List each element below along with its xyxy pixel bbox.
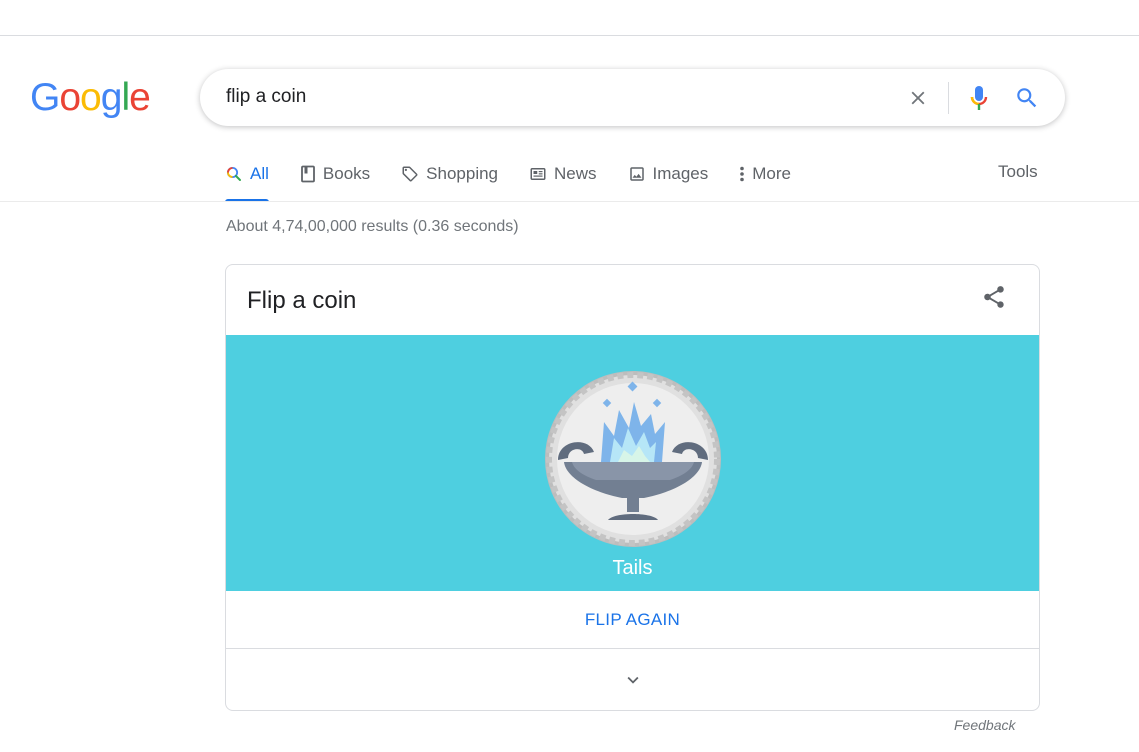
book-icon bbox=[300, 165, 316, 183]
coin-result: Tails bbox=[612, 557, 653, 579]
google-logo[interactable]: Google bbox=[30, 76, 151, 120]
search-icon bbox=[1017, 88, 1037, 108]
coin-tails-image[interactable] bbox=[544, 370, 722, 548]
tab-label: More bbox=[752, 164, 791, 183]
logo-letter: l bbox=[121, 76, 130, 119]
logo-letter: G bbox=[30, 76, 60, 119]
logo-letter: o bbox=[59, 76, 81, 119]
search-divider bbox=[948, 82, 949, 114]
tab-more[interactable]: More bbox=[739, 156, 791, 192]
feedback-link[interactable]: Feedback bbox=[954, 717, 1015, 733]
logo-letter: g bbox=[100, 76, 123, 119]
more-vertical-icon bbox=[739, 165, 745, 183]
tab-label: Shopping bbox=[426, 164, 498, 183]
search-tabs: All Books Shopping News Images More bbox=[225, 156, 822, 202]
flip-again-button[interactable]: FLIP AGAIN bbox=[226, 591, 1039, 649]
close-icon bbox=[911, 91, 925, 105]
tab-label: All bbox=[250, 164, 269, 183]
top-bar bbox=[0, 0, 1139, 36]
coin-flip-card: Flip a coin Tails FLIP AGAIN bbox=[225, 264, 1040, 711]
search-box bbox=[200, 69, 1065, 126]
share-icon bbox=[984, 286, 1004, 308]
tab-label: News bbox=[554, 164, 597, 183]
tabs-divider bbox=[0, 201, 1139, 202]
tab-label: Images bbox=[652, 164, 709, 183]
tools-button[interactable]: Tools bbox=[998, 162, 1038, 182]
card-title: Flip a coin bbox=[247, 287, 357, 314]
search-icon bbox=[225, 165, 243, 183]
tab-books[interactable]: Books bbox=[300, 156, 370, 192]
chevron-down-icon bbox=[627, 676, 638, 684]
logo-letters: Google bbox=[30, 76, 151, 120]
search-submit-button[interactable] bbox=[1010, 82, 1044, 114]
tag-icon bbox=[401, 165, 419, 183]
tab-news[interactable]: News bbox=[529, 156, 597, 192]
coin-display: Tails bbox=[226, 335, 1039, 591]
tab-images[interactable]: Images bbox=[628, 156, 709, 192]
clear-button[interactable] bbox=[900, 83, 936, 113]
logo-letter: e bbox=[129, 76, 151, 119]
voice-search-button[interactable] bbox=[962, 82, 996, 114]
tab-shopping[interactable]: Shopping bbox=[401, 156, 498, 192]
newspaper-icon bbox=[529, 165, 547, 183]
tab-label: Books bbox=[322, 164, 371, 183]
tab-all[interactable]: All bbox=[225, 156, 269, 202]
share-button[interactable] bbox=[978, 281, 1010, 313]
expand-button[interactable] bbox=[226, 650, 1039, 710]
microphone-icon bbox=[970, 86, 988, 110]
logo-letter: o bbox=[80, 76, 102, 119]
search-input[interactable] bbox=[226, 83, 886, 111]
results-count: About 4,74,00,000 results (0.36 seconds) bbox=[226, 218, 519, 235]
image-icon bbox=[628, 165, 646, 183]
